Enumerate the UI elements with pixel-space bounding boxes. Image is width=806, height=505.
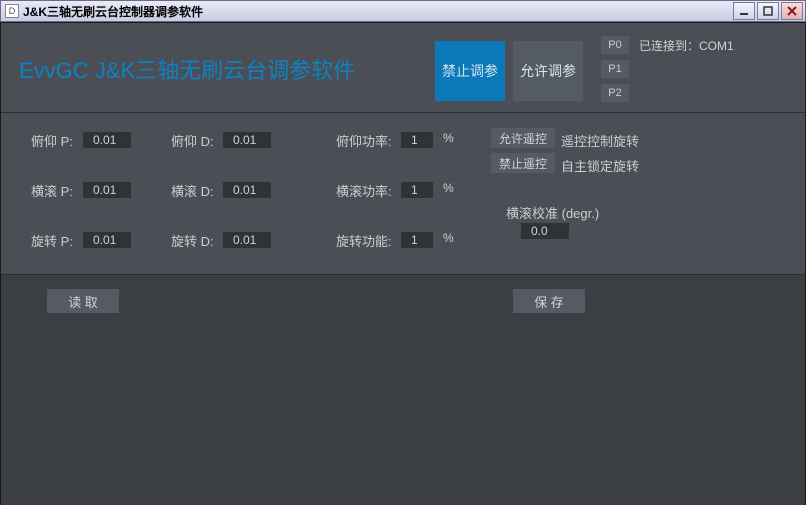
connection-status: 已连接到：COM1 [639,37,734,54]
maximize-button[interactable] [757,2,779,20]
client-area: EvvGC J&K三轴无刷云台调参软件 禁止调参 允许调参 P0 已连接到：CO… [0,22,806,505]
pitch-d-input[interactable] [223,132,271,148]
pitch-power-label: 俯仰功率: [336,131,392,150]
titlebar: D J&K三轴无刷云台控制器调参软件 [0,0,806,22]
port-p2-button[interactable]: P2 [601,84,629,102]
port-column: P0 已连接到：COM1 P1 P2 [601,33,734,105]
roll-calib-input[interactable] [521,223,569,239]
percent-label: % [443,131,454,145]
roll-d-input[interactable] [223,182,271,198]
roll-power-input[interactable] [401,182,433,198]
disable-tuning-button[interactable]: 禁止调参 [435,41,505,101]
roll-p-input[interactable] [83,182,131,198]
window-title: J&K三轴无刷云台控制器调参软件 [23,3,203,20]
percent-label: % [443,181,454,195]
window-buttons [731,2,803,20]
deny-rc-button[interactable]: 禁止遥控 [491,153,555,173]
read-button[interactable]: 读 取 [47,289,119,313]
pitch-p-input[interactable] [83,132,131,148]
allow-rc-button[interactable]: 允许遥控 [491,128,555,148]
yaw-p-label: 旋转 P: [31,231,73,250]
port-p1-button[interactable]: P1 [601,60,629,78]
pitch-p-label: 俯仰 P: [31,131,73,150]
app-icon: D [5,4,19,18]
yaw-func-label: 旋转功能: [336,231,392,250]
yaw-d-label: 旋转 D: [171,231,214,250]
roll-p-label: 横滚 P: [31,181,73,200]
save-button[interactable]: 保 存 [513,289,585,313]
params-panel: 俯仰 P: 俯仰 D: 俯仰功率: % 横滚 P: 横滚 D: 横滚功率: % … [1,113,805,275]
auto-lock-text: 自主锁定旋转 [561,156,639,175]
yaw-d-input[interactable] [223,232,271,248]
roll-d-label: 横滚 D: [171,181,214,200]
yaw-func-input[interactable] [401,232,433,248]
roll-calib-label: 横滚校准 (degr.) [506,203,599,222]
rc-control-text: 遥控控制旋转 [561,131,639,150]
enable-tuning-button[interactable]: 允许调参 [513,41,583,101]
close-button[interactable] [781,2,803,20]
pitch-d-label: 俯仰 D: [171,131,214,150]
yaw-p-input[interactable] [83,232,131,248]
pitch-power-input[interactable] [401,132,433,148]
port-p0-button[interactable]: P0 [601,36,629,54]
bottom-panel: 读 取 保 存 [1,275,805,505]
header-strip: EvvGC J&K三轴无刷云台调参软件 禁止调参 允许调参 P0 已连接到：CO… [1,23,805,113]
minimize-button[interactable] [733,2,755,20]
roll-power-label: 横滚功率: [336,181,392,200]
percent-label: % [443,231,454,245]
app-title: EvvGC J&K三轴无刷云台调参软件 [19,53,355,85]
